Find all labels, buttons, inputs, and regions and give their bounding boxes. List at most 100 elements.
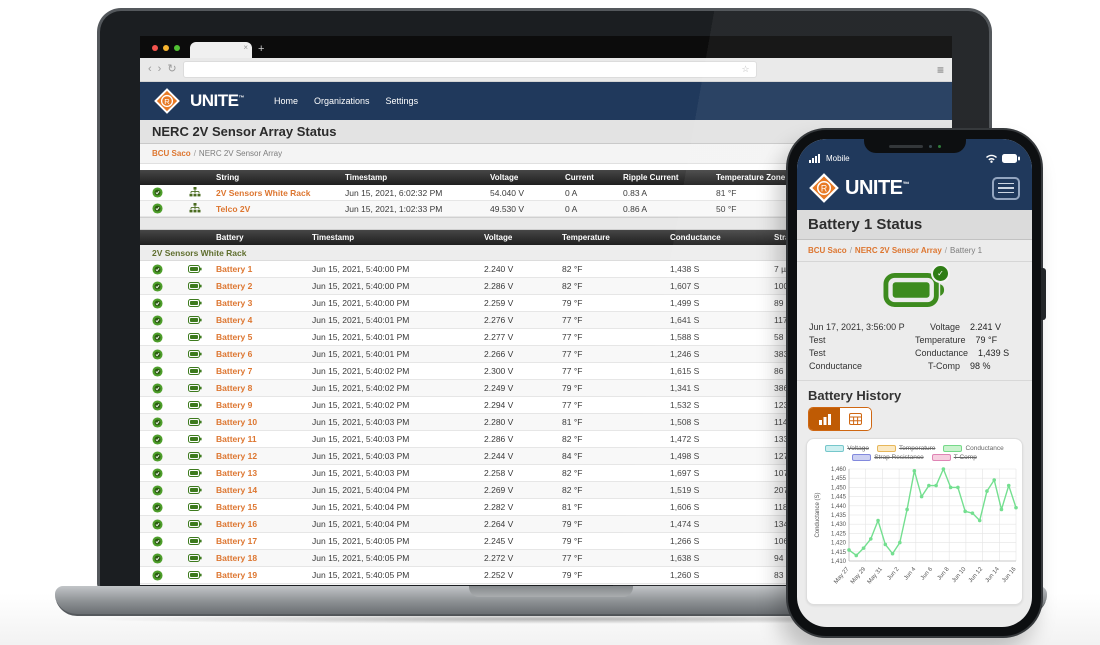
sitemap-icon: [174, 187, 216, 198]
timestamp-cell: Jun 15, 2021, 5:40:00 PM: [312, 264, 484, 274]
battery-link[interactable]: Battery 4: [216, 315, 312, 325]
battery-link[interactable]: Battery 8: [216, 383, 312, 393]
nav-item-home[interactable]: Home: [274, 96, 298, 106]
status-ok-icon: [140, 451, 174, 462]
breadcrumb-item[interactable]: NERC 2V Sensor Array: [855, 246, 942, 255]
battery-link[interactable]: Battery 10: [216, 417, 312, 427]
signal-bars-icon: [809, 154, 822, 163]
conductance-cell: 1,499 S: [670, 298, 774, 308]
close-window-button[interactable]: [152, 45, 158, 51]
timestamp-cell: Jun 15, 2021, 5:40:03 PM: [312, 417, 484, 427]
reload-icon[interactable]: ↻: [167, 64, 176, 75]
battery-link[interactable]: Battery 3: [216, 298, 312, 308]
unite-logo-icon: R: [154, 88, 180, 114]
timestamp-cell: Jun 15, 2021, 5:40:04 PM: [312, 485, 484, 495]
stat-row: TestConductance1,439 S: [809, 346, 1020, 359]
voltage-cell: 2.276 V: [484, 315, 562, 325]
window-controls: [152, 45, 180, 51]
status-ok-icon: [140, 281, 174, 292]
breadcrumb-item[interactable]: BCU Saco: [808, 246, 847, 255]
legend-item[interactable]: Conductance: [943, 445, 1003, 452]
zoom-window-button[interactable]: [174, 45, 180, 51]
string-link[interactable]: Telco 2V: [216, 204, 345, 214]
voltage-cell: 54.040 V: [490, 188, 565, 198]
battery-link[interactable]: Battery 16: [216, 519, 312, 529]
legend-label: Temperature: [899, 445, 936, 452]
status-ok-icon: [140, 298, 174, 309]
timestamp-cell: Jun 15, 2021, 5:40:00 PM: [312, 298, 484, 308]
table-view-button[interactable]: [840, 408, 871, 430]
battery-link[interactable]: Battery 15: [216, 502, 312, 512]
battery-link[interactable]: Battery 9: [216, 400, 312, 410]
conductance-cell: 1,341 S: [670, 383, 774, 393]
battery-link[interactable]: Battery 2: [216, 281, 312, 291]
temperature-cell: 84 °F: [562, 451, 670, 461]
breadcrumb-item[interactable]: BCU Saco: [152, 149, 191, 158]
conductance-cell: 1,498 S: [670, 451, 774, 461]
hamburger-menu-icon[interactable]: [992, 177, 1020, 200]
address-bar[interactable]: ☆: [183, 61, 757, 78]
battery-link[interactable]: Battery 7: [216, 366, 312, 376]
battery-link[interactable]: Battery 5: [216, 332, 312, 342]
legend-swatch-icon: [825, 445, 844, 452]
phone-screen: Mobile R UNITE™ Battery 1 Status BCU Sac…: [797, 139, 1032, 627]
battery-link[interactable]: Battery 19: [216, 570, 312, 580]
status-ok-icon: [140, 536, 174, 547]
tab-close-icon[interactable]: ×: [243, 43, 248, 52]
temperature-cell: 82 °F: [562, 485, 670, 495]
nav-item-organizations[interactable]: Organizations: [314, 96, 370, 106]
status-ok-icon: [140, 203, 174, 214]
battery-link[interactable]: Battery 1: [216, 264, 312, 274]
back-icon[interactable]: ‹: [148, 64, 152, 75]
battery-link[interactable]: Battery 6: [216, 349, 312, 359]
status-ok-icon: [140, 519, 174, 530]
legend-item[interactable]: Voltage: [825, 445, 869, 452]
phone-breadcrumb: BCU Saco/NERC 2V Sensor Array/Battery 1: [797, 240, 1032, 262]
svg-text:1,415: 1,415: [831, 550, 847, 556]
conductance-cell: 1,508 S: [670, 417, 774, 427]
column-header: Timestamp: [345, 173, 490, 182]
forward-icon[interactable]: ›: [158, 64, 162, 75]
browser-menu-icon[interactable]: ≡: [937, 63, 944, 77]
sitemap-icon: [174, 203, 216, 214]
battery-link[interactable]: Battery 13: [216, 468, 312, 478]
conductance-cell: 1,588 S: [670, 332, 774, 342]
string-link[interactable]: 2V Sensors White Rack: [216, 188, 345, 198]
battery-link[interactable]: Battery 17: [216, 536, 312, 546]
voltage-cell: 2.259 V: [484, 298, 562, 308]
conductance-cell: 1,246 S: [670, 349, 774, 359]
temperature-cell: 82 °F: [562, 468, 670, 478]
bookmark-star-icon[interactable]: ☆: [741, 64, 749, 75]
column-header: Ripple Current: [623, 173, 716, 182]
chart-view-button[interactable]: [809, 408, 840, 430]
conductance-cell: 1,532 S: [670, 400, 774, 410]
timestamp-cell: Jun 15, 2021, 5:40:03 PM: [312, 468, 484, 478]
battery-icon: [174, 299, 216, 307]
svg-text:1,450: 1,450: [831, 485, 847, 491]
battery-icon: [174, 520, 216, 528]
battery-link[interactable]: Battery 14: [216, 485, 312, 495]
voltage-cell: 2.245 V: [484, 536, 562, 546]
browser-tab[interactable]: ×: [190, 42, 252, 58]
battery-link[interactable]: Battery 12: [216, 451, 312, 461]
legend-item[interactable]: Strap Resistance: [852, 454, 924, 461]
temperature-cell: 79 °F: [562, 298, 670, 308]
nav-item-settings[interactable]: Settings: [386, 96, 419, 106]
conductance-cell: 1,697 S: [670, 468, 774, 478]
new-tab-button[interactable]: +: [258, 43, 264, 55]
conductance-cell: 1,641 S: [670, 315, 774, 325]
voltage-cell: 2.244 V: [484, 451, 562, 461]
battery-link[interactable]: Battery 11: [216, 434, 312, 444]
minimize-window-button[interactable]: [163, 45, 169, 51]
legend-item[interactable]: T-Comp: [932, 454, 977, 461]
legend-item[interactable]: Temperature: [877, 445, 936, 452]
battery-icon: [174, 435, 216, 443]
status-ok-icon: [140, 434, 174, 445]
voltage-cell: 2.240 V: [484, 264, 562, 274]
battery-link[interactable]: Battery 18: [216, 553, 312, 563]
desktop-nav-items: Home Organizations Settings: [274, 96, 418, 106]
svg-text:Conductance (S): Conductance (S): [815, 492, 821, 537]
breadcrumb-item: NERC 2V Sensor Array: [199, 149, 282, 158]
battery-icon: [174, 452, 216, 460]
status-ok-icon: [140, 349, 174, 360]
